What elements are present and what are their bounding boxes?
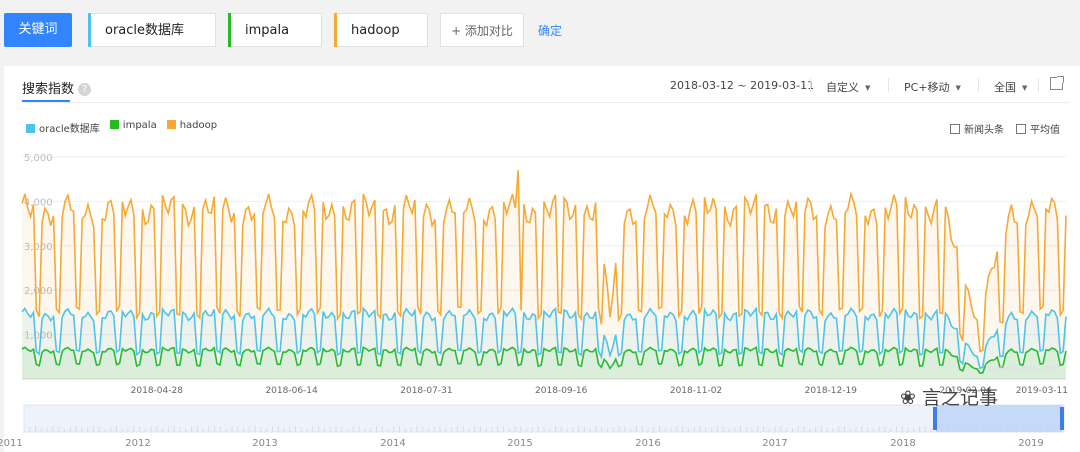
overview-year-label: 2019	[1018, 438, 1043, 449]
overview-year-label: 2016	[635, 438, 660, 449]
x-tick-label: 2018-07-31	[400, 386, 452, 396]
watermark-text: 言之记事	[921, 387, 998, 409]
overview-year-label: 2015	[507, 438, 532, 449]
watermark: ❀ 言之记事	[900, 383, 998, 410]
x-tick-label: 2018-09-16	[535, 386, 588, 396]
x-tick-label: 2018-12-19	[805, 386, 858, 396]
x-tick-label: 2018-06-14	[265, 386, 318, 396]
watermark-url: index.baidu.com	[985, 364, 1060, 374]
overview-year-label: 2014	[380, 438, 405, 449]
x-tick-label: 2019-03-11	[1016, 386, 1068, 396]
overview-handle-left	[933, 407, 937, 430]
x-tick-label: 2018-11-02	[670, 386, 722, 396]
overview-handle-right	[1060, 407, 1064, 430]
wechat-icon: ❀	[900, 387, 922, 409]
x-tick-label: 2018-04-28	[131, 386, 184, 396]
y-tick-label: 4,000	[24, 197, 53, 208]
overview-year-label: 2017	[762, 438, 787, 449]
overview-year-label: 2013	[252, 438, 277, 449]
overview-year-label: 2012	[125, 438, 150, 449]
overview-year-label: 2011	[0, 438, 23, 449]
overview-year-label: 2018	[890, 438, 915, 449]
y-tick-label: 5,000	[24, 153, 53, 164]
